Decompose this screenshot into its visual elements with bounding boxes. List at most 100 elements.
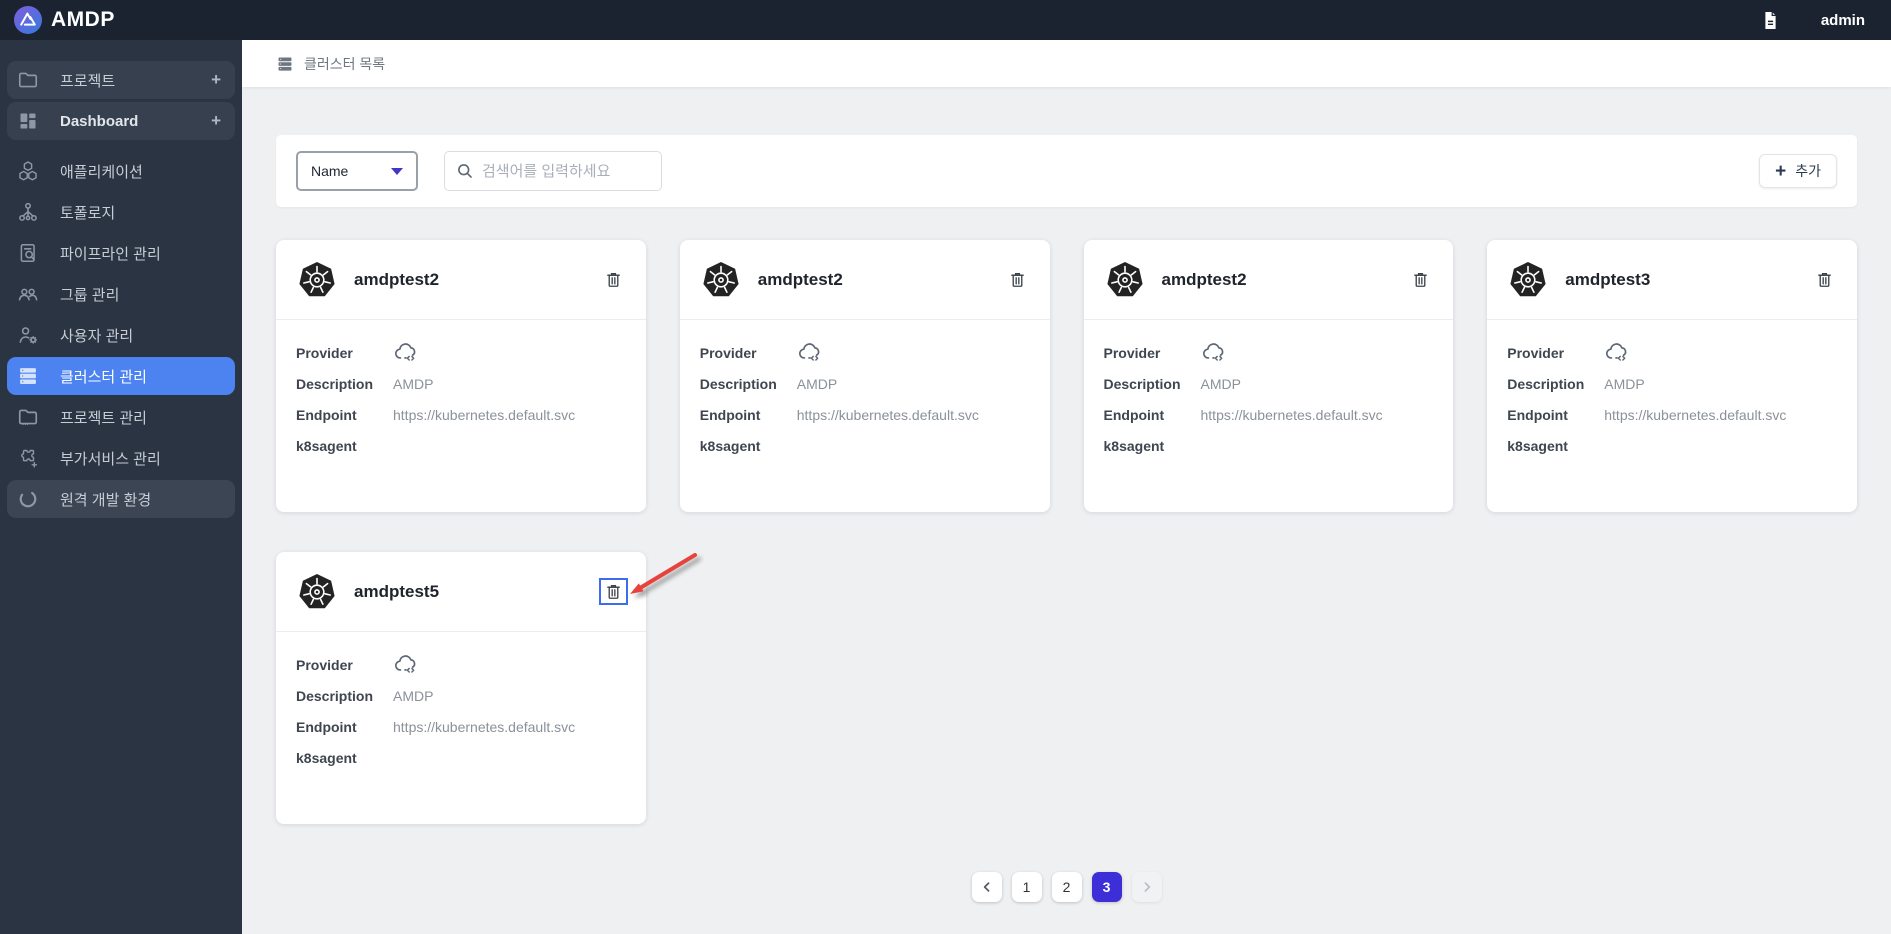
cluster-name: amdptest2 <box>354 269 440 289</box>
cloud-provider-icon <box>393 341 420 364</box>
field-label-k8sagent: k8sagent <box>296 749 357 766</box>
cluster-endpoint: https://kubernetes.default.svc <box>393 406 576 423</box>
field-label-description: Description <box>296 375 374 392</box>
sidebar-item-label: 파이프라인 관리 <box>60 245 161 263</box>
cluster-description: AMDP <box>1200 375 1241 392</box>
cluster-card-body: Provider Description AMDP Endpoint https… <box>1084 320 1454 478</box>
sidebar-item-addon-services[interactable]: 부가서비스 관리 <box>7 439 235 477</box>
plus-icon: + <box>1775 160 1787 182</box>
sidebar-item-pipeline[interactable]: 파이프라인 관리 <box>7 234 235 272</box>
sidebar-item-groups[interactable]: 그룹 관리 <box>7 275 235 313</box>
cluster-description: AMDP <box>1604 375 1645 392</box>
cluster-card-body: Provider Description AMDP Endpoint https… <box>1487 320 1857 478</box>
dashboard-icon <box>15 109 41 133</box>
sidebar-item-label: 프로젝트 관리 <box>60 409 147 427</box>
breadcrumb: 클러스터 목록 <box>242 40 1891 87</box>
sidebar-item-application[interactable]: 애플리케이션 <box>7 152 235 190</box>
field-label-description: Description <box>1507 375 1585 392</box>
field-label-endpoint: Endpoint <box>1103 406 1165 423</box>
cluster-card-header: amdptest2 <box>1083 240 1454 320</box>
sidebar-item-label: 토폴로지 <box>60 204 116 222</box>
field-label-k8sagent: k8sagent <box>1103 437 1165 454</box>
delete-cluster-button[interactable] <box>1408 268 1433 291</box>
plus-icon[interactable]: + <box>211 111 221 131</box>
sidebar-item-dashboard[interactable]: Dashboard + <box>7 102 235 140</box>
cloud-provider-icon <box>1201 341 1228 364</box>
sidebar-item-remote-dev[interactable]: 원격 개발 환경 <box>7 480 235 518</box>
cluster-description: AMDP <box>393 687 434 704</box>
cluster-description: AMDP <box>796 375 838 392</box>
topbar: AMDP admin <box>0 0 1891 40</box>
sidebar-item-topology[interactable]: 토폴로지 <box>7 193 235 231</box>
field-label-endpoint: Endpoint <box>1507 406 1568 423</box>
chevron-down-icon <box>391 167 403 175</box>
kubernetes-icon <box>296 572 338 612</box>
field-label-k8sagent: k8sagent <box>1507 437 1568 454</box>
cluster-endpoint: https://kubernetes.default.svc <box>1604 406 1787 423</box>
field-label-endpoint: Endpoint <box>296 406 357 423</box>
delete-cluster-button[interactable] <box>1005 268 1030 291</box>
breadcrumb-label: 클러스터 목록 <box>304 55 386 72</box>
sidebar-item-label: 클러스터 관리 <box>60 368 147 386</box>
field-label-endpoint: Endpoint <box>699 406 761 423</box>
search-input[interactable] <box>482 162 650 180</box>
cluster-card-body: Provider Description AMDP Endpoint https… <box>680 320 1050 478</box>
pagination-page-3[interactable]: 3 <box>1091 872 1122 902</box>
field-label-provider: Provider <box>1507 344 1565 361</box>
cluster-card: amdptest2 Provider Description AMDP Endp… <box>1083 240 1454 512</box>
delete-cluster-button[interactable] <box>1812 268 1837 291</box>
sidebar-item-project[interactable]: 프로젝트 + <box>7 61 235 99</box>
user-gear-icon <box>15 323 41 347</box>
sidebar-item-label: 그룹 관리 <box>60 286 120 304</box>
cluster-card-body: Provider Description AMDP Endpoint https… <box>276 320 646 478</box>
cluster-card-header: amdptest5 <box>276 552 646 632</box>
cluster-card-grid: amdptest2 Provider Description AMDP Endp… <box>276 240 1857 824</box>
pagination-prev-button[interactable] <box>971 872 1002 902</box>
cluster-card-header: amdptest2 <box>276 240 646 320</box>
remote-dev-icon <box>15 487 41 511</box>
cluster-endpoint: https://kubernetes.default.svc <box>796 406 979 423</box>
server-stack-icon <box>276 55 294 73</box>
search-icon <box>456 162 474 180</box>
search-box <box>444 151 662 191</box>
sidebar-item-project-mgmt[interactable]: 프로젝트 관리 <box>7 398 235 436</box>
pagination-page-1[interactable]: 1 <box>1011 872 1042 902</box>
delete-cluster-button[interactable] <box>601 268 626 291</box>
filter-select-value: Name <box>311 163 349 179</box>
field-label-description: Description <box>296 687 374 704</box>
user-menu[interactable]: admin <box>1821 12 1865 29</box>
cluster-name: amdptest3 <box>1565 269 1651 289</box>
sidebar-item-clusters[interactable]: 클러스터 관리 <box>7 357 235 395</box>
sidebar-item-label: 사용자 관리 <box>60 327 134 345</box>
sidebar-item-label: Dashboard <box>60 112 139 130</box>
hexagon-cluster-icon <box>15 159 41 183</box>
cluster-endpoint: https://kubernetes.default.svc <box>393 718 576 735</box>
cloud-provider-icon <box>393 653 420 676</box>
add-cluster-button[interactable]: + 추가 <box>1759 154 1837 188</box>
search-toolbar: Name + 추가 <box>276 135 1857 207</box>
filter-select[interactable]: Name <box>296 151 418 191</box>
cloud-provider-icon <box>797 341 824 364</box>
folder-icon <box>15 68 41 92</box>
field-label-provider: Provider <box>296 656 353 673</box>
pagination-next-button[interactable] <box>1131 872 1162 902</box>
amdp-logo-icon <box>14 6 42 34</box>
sidebar-item-users[interactable]: 사용자 관리 <box>7 316 235 354</box>
pagination-page-2[interactable]: 2 <box>1051 872 1082 902</box>
cluster-card-header: amdptest3 <box>1487 240 1857 320</box>
field-label-provider: Provider <box>699 344 757 361</box>
plus-icon[interactable]: + <box>211 70 221 90</box>
brand-name: AMDP <box>51 8 115 31</box>
server-stack-icon <box>15 364 41 388</box>
sidebar-item-label: 프로젝트 <box>60 72 116 90</box>
delete-cluster-button[interactable] <box>598 578 628 605</box>
field-label-k8sagent: k8sagent <box>699 437 761 454</box>
field-label-k8sagent: k8sagent <box>296 437 357 454</box>
document-icon[interactable] <box>1762 10 1779 31</box>
sidebar-item-label: 원격 개발 환경 <box>60 491 152 509</box>
brand: AMDP <box>14 6 115 34</box>
cluster-card: amdptest3 Provider Description AMDP Endp… <box>1487 240 1857 512</box>
cluster-card: amdptest5 Provider Description AMDP Endp… <box>276 552 646 824</box>
topology-icon <box>15 200 41 224</box>
chevron-left-icon <box>980 880 994 894</box>
